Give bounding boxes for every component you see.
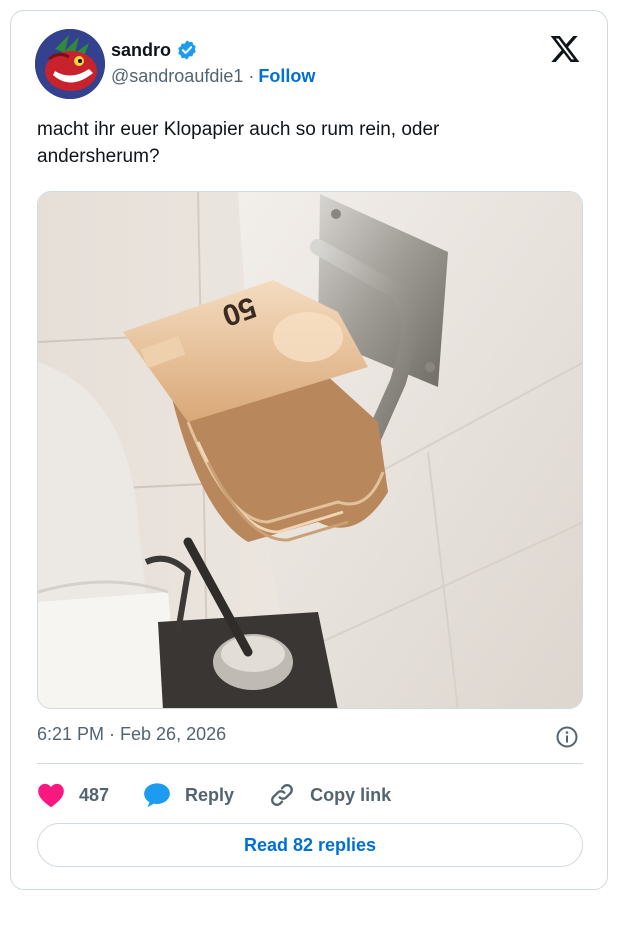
link-icon: [271, 784, 293, 806]
copy-link-button[interactable]: Copy link: [268, 781, 391, 809]
info-icon[interactable]: [555, 725, 579, 749]
tweet-timestamp[interactable]: 6:21 PM · Feb 26, 2026: [37, 724, 226, 745]
tweet-photo[interactable]: 50: [37, 191, 583, 709]
author-handle-row: @sandroaufdie1 · Follow: [111, 66, 315, 87]
like-button[interactable]: 487: [37, 782, 109, 808]
reply-bubble-icon: [144, 783, 170, 808]
follow-button[interactable]: Follow: [258, 66, 315, 87]
divider: [37, 763, 583, 764]
dragon-avatar-icon: [35, 29, 105, 99]
money-toilet-roll-photo: 50: [38, 192, 582, 708]
verified-badge-icon: [178, 40, 196, 60]
tweet-card: sandro @sandroaufdie1 · Follow macht ihr…: [10, 10, 608, 890]
separator-dot: ·: [248, 66, 255, 86]
author-handle[interactable]: @sandroaufdie1: [111, 66, 243, 87]
like-count: 487: [79, 784, 110, 805]
read-replies-button[interactable]: Read 82 replies: [37, 823, 583, 867]
author-avatar[interactable]: [35, 29, 105, 99]
tweet-actions: 487 Reply Copy link: [37, 779, 425, 811]
author-name-row: sandro: [111, 39, 198, 61]
reply-button[interactable]: Reply: [143, 782, 234, 808]
reply-label: Reply: [185, 784, 235, 805]
author-name[interactable]: sandro: [111, 40, 171, 61]
heart-icon: [38, 783, 64, 808]
read-replies-label: Read 82 replies: [243, 834, 377, 855]
x-logo-icon[interactable]: [549, 33, 581, 65]
tweet-text: macht ihr euer Klopapier auch so rum rei…: [37, 119, 440, 167]
copy-link-label: Copy link: [310, 784, 392, 805]
